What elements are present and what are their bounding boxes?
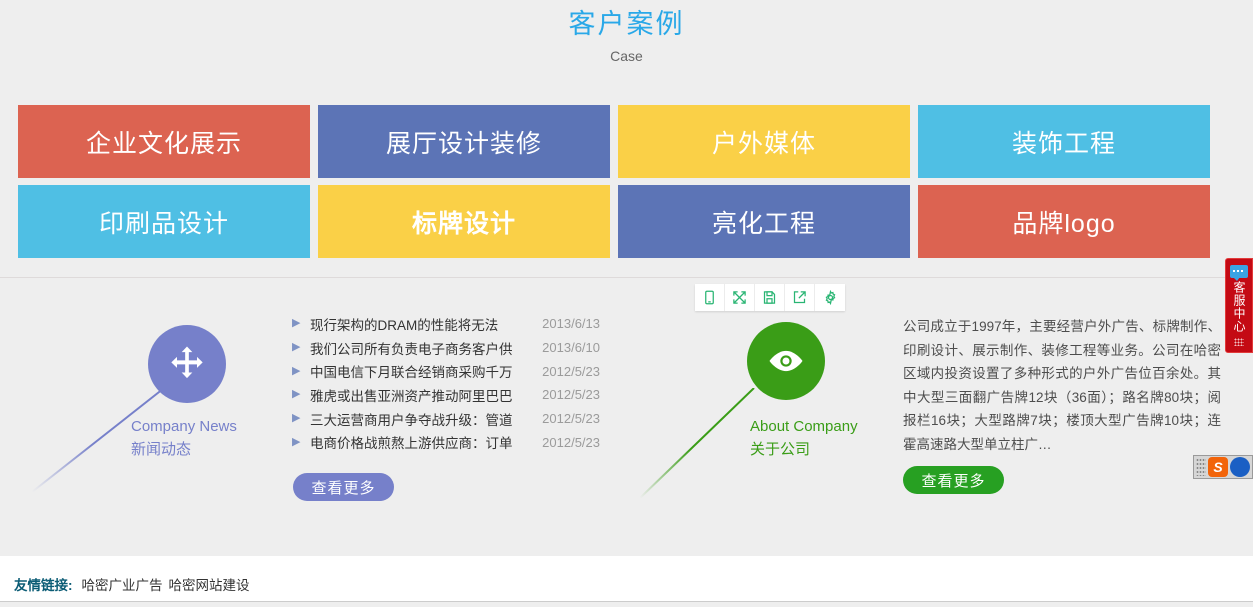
page-root: 客户案例 Case 企业文化展示 展厅设计装修 户外媒体 装饰工程印刷品设计 标牌设计 亮… (0, 0, 1253, 607)
arrow-right-icon: ▶ (292, 341, 301, 354)
gear-settings-icon[interactable] (815, 284, 845, 311)
about-labels: About Company 关于公司 (750, 416, 858, 461)
news-label-en: Company News (131, 418, 237, 435)
news-item-date: 2012/5/23 (542, 434, 600, 450)
news-item-title: 电商价格战煎熬上游供应商：订单 (310, 436, 513, 452)
floating-mini-toolbar[interactable] (695, 284, 845, 311)
category-tile[interactable]: 展厅设计装修 (318, 105, 610, 178)
arrow-right-icon: ▶ (292, 388, 301, 401)
category-tile-label: 装饰工程 (1011, 129, 1116, 158)
share-export-icon[interactable] (785, 284, 815, 311)
friendly-link[interactable]: 哈密网站建设 (169, 578, 256, 593)
eye-icon (769, 350, 803, 372)
news-item-date: 2013/6/10 (542, 340, 600, 356)
category-tile-label: 标牌设计 (411, 209, 516, 238)
news-item-date: 2013/6/13 (542, 316, 600, 332)
news-label-cn: 新闻动态 (131, 441, 192, 458)
fullscreen-expand-icon[interactable] (725, 284, 755, 311)
category-tile-label: 品牌logo (1012, 209, 1116, 238)
drag-grip-icon[interactable] (1196, 458, 1206, 476)
blue-circle-icon[interactable] (1230, 457, 1250, 477)
news-labels: Company News 新闻动态 (131, 416, 237, 461)
category-tile-label: 印刷品设计 (98, 209, 229, 238)
section-header: 客户案例 Case (0, 0, 1253, 66)
about-paragraph: 公司成立于1997年，主要经营户外广告、标牌制作、印刷设计、展示制作、装修工程等… (903, 319, 1221, 452)
category-tile[interactable]: 装饰工程 (918, 105, 1210, 178)
device-preview-icon[interactable] (695, 284, 725, 311)
chat-bubble-icon (1230, 265, 1248, 281)
drag-grip-icon[interactable] (1234, 338, 1244, 346)
customer-service-tab[interactable]: 客服中心 (1225, 258, 1253, 353)
customer-service-label: 客服中心 (1232, 281, 1246, 333)
news-item-date: 2012/5/23 (542, 363, 600, 379)
section-divider (0, 277, 1253, 278)
browser-corner-widget[interactable]: S (1193, 455, 1253, 479)
news-item-title: 现行架构的DRAM的性能将无法 (310, 317, 499, 333)
news-list-item[interactable]: ▶ 雅虎或出售亚洲资产推动阿里巴巴 2012/5/23 (292, 383, 600, 407)
arrow-right-icon: ▶ (292, 364, 301, 377)
news-circle-badge[interactable] (148, 325, 226, 403)
arrow-right-icon: ▶ (292, 435, 301, 448)
friendly-link[interactable]: 哈密广业广告 (82, 578, 169, 593)
friendly-links-list: 哈密广业广告 哈密网站建设 (82, 574, 256, 594)
category-tile-label: 亮化工程 (711, 209, 816, 238)
friendly-links: 友情链接: 哈密广业广告 哈密网站建设 (14, 574, 256, 594)
news-item-title: 我们公司所有负责电子商务客户供 (310, 341, 513, 357)
category-tile-label: 展厅设计装修 (385, 129, 542, 158)
arrow-right-icon: ▶ (292, 412, 301, 425)
news-list: ▶ 现行架构的DRAM的性能将无法 2013/6/13 ▶ 我们公司所有负责电子商务客户… (292, 312, 600, 454)
about-connector-line (639, 388, 755, 499)
about-label-cn: 关于公司 (750, 441, 811, 458)
news-item-title: 中国电信下月联合经销商采购千万 (310, 365, 513, 381)
about-more-button[interactable]: 查看更多 (903, 466, 1004, 494)
news-list-item[interactable]: ▶ 三大运营商用户争夺战升级：管道 2012/5/23 (292, 407, 600, 431)
news-item-date: 2012/5/23 (542, 411, 600, 427)
category-tile-grid: 企业文化展示 展厅设计装修 户外媒体 装饰工程印刷品设计 标牌设计 亮化工程 品牌logo (18, 105, 1235, 258)
about-label-en: About Company (750, 418, 858, 435)
category-tile[interactable]: 企业文化展示 (18, 105, 310, 178)
page-subtitle: Case (610, 48, 643, 64)
category-tile[interactable]: 标牌设计 (318, 185, 610, 258)
news-list-item[interactable]: ▶ 电商价格战煎熬上游供应商：订单 2012/5/23 (292, 430, 600, 454)
category-tile-label: 企业文化展示 (85, 129, 242, 158)
page-title: 客户案例 (568, 9, 685, 39)
news-list-item[interactable]: ▶ 现行架构的DRAM的性能将无法 2013/6/13 (292, 312, 600, 336)
category-tile[interactable]: 亮化工程 (618, 185, 910, 258)
category-tile[interactable]: 户外媒体 (618, 105, 910, 178)
save-floppy-icon[interactable] (755, 284, 785, 311)
about-circle-badge[interactable] (747, 322, 825, 400)
news-list-item[interactable]: ▶ 中国电信下月联合经销商采购千万 2012/5/23 (292, 359, 600, 383)
move-arrows-icon (171, 346, 203, 379)
news-list-item[interactable]: ▶ 我们公司所有负责电子商务客户供 2013/6/10 (292, 336, 600, 360)
category-tile-label: 户外媒体 (711, 129, 816, 158)
friendly-links-label: 友情链接: (14, 578, 73, 593)
category-tile[interactable]: 品牌logo (918, 185, 1210, 258)
news-item-date: 2012/5/23 (542, 387, 600, 403)
arrow-right-icon: ▶ (292, 317, 301, 330)
news-item-title: 三大运营商用户争夺战升级：管道 (310, 412, 513, 428)
category-tile[interactable]: 印刷品设计 (18, 185, 310, 258)
news-item-title: 雅虎或出售亚洲资产推动阿里巴巴 (310, 388, 513, 404)
sogou-logo-icon[interactable]: S (1208, 457, 1228, 477)
news-more-button[interactable]: 查看更多 (293, 473, 394, 501)
